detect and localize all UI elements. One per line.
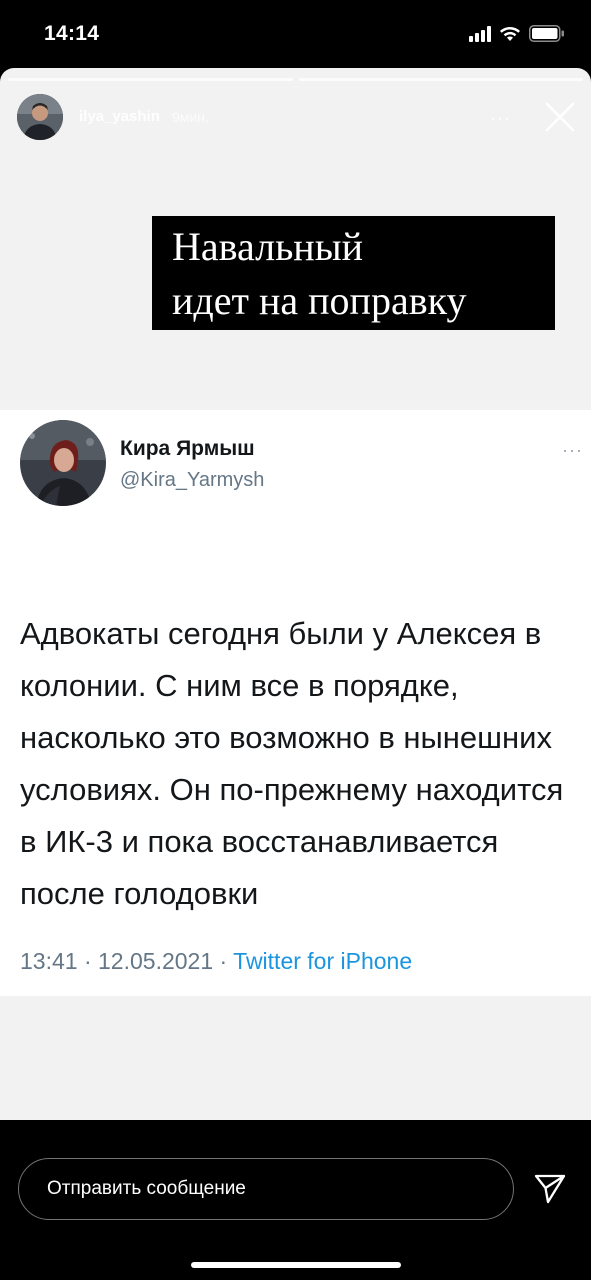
tweet-text: Адвокаты сегодня были у Алексея в колони… [20, 616, 564, 911]
story-progress [8, 78, 583, 81]
status-bar: 14:14 [0, 0, 591, 68]
story-username[interactable]: ilya_yashin [79, 108, 160, 125]
caption-line: Навальный [172, 224, 363, 269]
home-indicator[interactable] [191, 1262, 401, 1268]
tweet-meta: 13:41 · 12.05.2021 · Twitter for iPhone [20, 948, 412, 975]
story-card[interactable]: ilya_yashin 9мин. ··· Навальный идет на … [0, 68, 591, 1120]
tweet-author-handle: @Kira_Yarmysh [120, 469, 265, 491]
tweet-more-icon: ··· [562, 440, 583, 460]
meta-separator: · [213, 948, 234, 974]
signal-icon [469, 25, 491, 42]
caption-line: идет на поправку [172, 278, 467, 323]
meta-separator: · [77, 948, 99, 974]
embedded-tweet[interactable]: Кира Ярмыш @Kira_Yarmysh ··· Адвокаты се… [0, 410, 591, 996]
story-caption: Навальный идет на поправку [152, 216, 555, 330]
send-icon [534, 1174, 566, 1204]
tweet-time: 13:41 [20, 948, 78, 974]
progress-segment [8, 78, 293, 81]
progress-segment [298, 78, 583, 81]
message-input[interactable] [18, 1158, 514, 1220]
send-button[interactable] [533, 1171, 567, 1205]
close-icon [545, 102, 575, 132]
tweet-source: Twitter for iPhone [233, 948, 413, 974]
wifi-icon [500, 26, 520, 41]
story-author-avatar[interactable] [17, 94, 63, 140]
battery-icon [529, 25, 564, 42]
more-options-button[interactable]: ··· [490, 108, 511, 129]
reply-bar [0, 1120, 591, 1280]
status-time: 14:14 [44, 22, 100, 45]
tweet-date: 12.05.2021 [98, 948, 214, 974]
story-posted-time: 9мин. [172, 109, 209, 125]
status-icons [469, 25, 565, 42]
close-button[interactable] [543, 100, 577, 134]
tweet-author-name: Кира Ярмыш [120, 437, 255, 460]
tweet-author-avatar [20, 420, 106, 506]
story-header: ilya_yashin 9мин. ··· [17, 94, 577, 142]
